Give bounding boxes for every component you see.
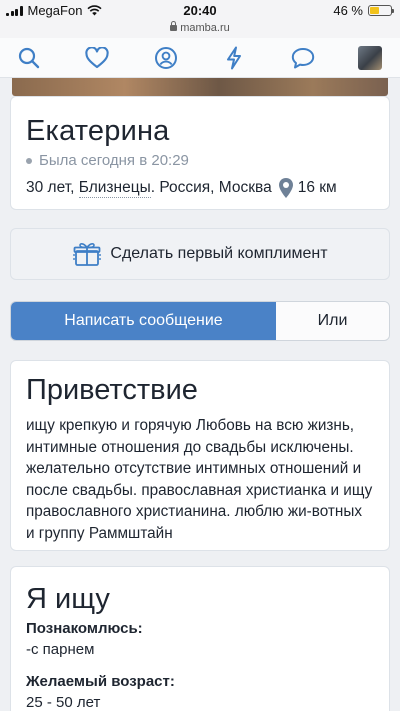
battery-group: 46 % <box>333 3 394 18</box>
url-bar[interactable]: mamba.ru <box>0 21 400 38</box>
heart-icon <box>85 46 110 68</box>
nav-likes-button[interactable] <box>84 45 110 71</box>
chat-bubble-icon <box>291 47 314 68</box>
online-status: Была сегодня в 20:29 <box>26 152 373 169</box>
compliment-label: Сделать первый комплимент <box>110 245 328 262</box>
status-bar: MegaFon 20:40 46 % <box>0 0 400 22</box>
radar-icon <box>154 46 177 69</box>
lightning-icon <box>227 46 242 69</box>
meet-value: -с парнем <box>26 641 95 658</box>
nav-activity-button[interactable] <box>221 45 247 71</box>
profile-photo[interactable] <box>12 78 388 96</box>
nav-search-button[interactable] <box>16 45 42 71</box>
profile-card: Екатерина Была сегодня в 20:29 30 лет, Б… <box>10 96 390 210</box>
search-icon <box>18 47 40 68</box>
location-pin-icon <box>278 177 294 199</box>
last-seen-text: Была сегодня в 20:29 <box>39 152 189 169</box>
top-nav <box>0 38 400 78</box>
greeting-title: Приветствие <box>26 374 198 406</box>
lock-icon <box>170 21 178 31</box>
url-text: mamba.ru <box>180 22 230 34</box>
battery-level <box>370 7 380 14</box>
profile-name: Екатерина <box>26 115 170 147</box>
desired-age-value: 25 - 50 лет <box>26 694 101 711</box>
battery-icon <box>368 5 394 16</box>
nav-messages-button[interactable] <box>290 45 316 71</box>
greeting-text: ищу крепкую и горячую Любовь на всю жизн… <box>26 417 373 542</box>
profile-distance: 16 км <box>297 179 337 196</box>
zodiac-link[interactable]: Близнецы <box>78 179 151 198</box>
gift-icon <box>73 243 102 266</box>
desired-age-label: Желаемый возраст: <box>26 673 175 690</box>
looking-for-card: Я ищу Познакомлюсь: -с парнем Желаемый в… <box>10 566 390 711</box>
profile-meta: 30 лет, Близнецы. Россия, Москва 16 км <box>26 177 373 199</box>
avatar[interactable] <box>357 45 382 70</box>
looking-for-title: Я ищу <box>26 583 110 615</box>
profile-age: 30 лет, <box>26 179 75 196</box>
meet-label: Познакомлюсь: <box>26 620 143 637</box>
profile-location: . Россия, Москва <box>150 179 272 196</box>
or-button[interactable]: Или <box>276 302 389 340</box>
greeting-card: Приветствие ищу крепкую и горячую Любовь… <box>10 360 390 551</box>
battery-percent: 46 % <box>333 3 363 18</box>
nav-radar-button[interactable] <box>153 45 179 71</box>
status-dot-icon <box>26 157 32 164</box>
write-message-button[interactable]: Написать сообщение <box>11 302 276 340</box>
message-action-row: Написать сообщение Или <box>10 301 390 341</box>
first-compliment-button[interactable]: Сделать первый комплимент <box>10 228 390 280</box>
